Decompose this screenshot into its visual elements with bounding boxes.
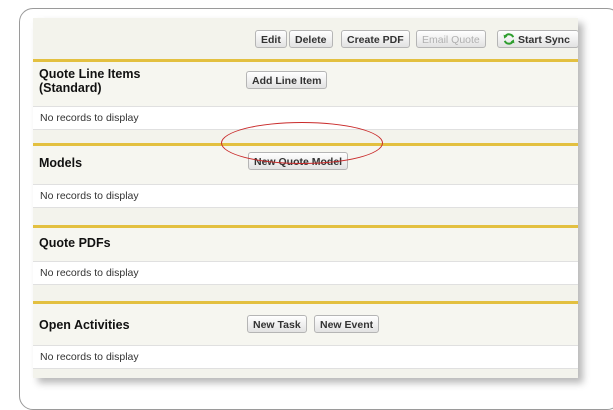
add-line-item-button[interactable]: Add Line Item xyxy=(246,71,328,89)
empty-message: No records to display xyxy=(40,190,139,202)
section-header: Quote PDFs xyxy=(33,228,578,261)
quote-detail-panel: Edit Delete Create PDF Email Quote Start… xyxy=(33,18,578,378)
section-title: Open Activities xyxy=(39,318,130,332)
highlight-circle xyxy=(221,122,383,164)
section-header: Open Activities New Task New Event xyxy=(33,304,578,345)
new-task-button[interactable]: New Task xyxy=(247,315,307,333)
start-sync-button[interactable]: Start Sync xyxy=(497,30,578,48)
section-title: Quote Line Items (Standard) xyxy=(39,67,141,95)
create-pdf-button[interactable]: Create PDF xyxy=(341,30,410,48)
section-open-activities: Open Activities New Task New Event No re… xyxy=(33,301,578,378)
new-event-button[interactable]: New Event xyxy=(314,315,380,333)
section-quote-pdfs: Quote PDFs No records to display xyxy=(33,225,578,298)
empty-message: No records to display xyxy=(40,351,139,363)
start-sync-label: Start Sync xyxy=(518,34,570,46)
email-quote-button[interactable]: Email Quote xyxy=(416,30,486,48)
empty-row: No records to display xyxy=(33,345,578,369)
empty-message: No records to display xyxy=(40,267,139,279)
section-title: Models xyxy=(39,156,83,170)
empty-row: No records to display xyxy=(33,184,578,208)
sync-icon xyxy=(503,33,515,45)
section-header: Quote Line Items (Standard) Add Line Ite… xyxy=(33,62,578,106)
section-title: Quote PDFs xyxy=(39,236,111,250)
edit-button[interactable]: Edit xyxy=(255,30,287,48)
empty-row: No records to display xyxy=(33,261,578,285)
empty-message: No records to display xyxy=(40,112,139,124)
delete-button[interactable]: Delete xyxy=(289,30,333,48)
